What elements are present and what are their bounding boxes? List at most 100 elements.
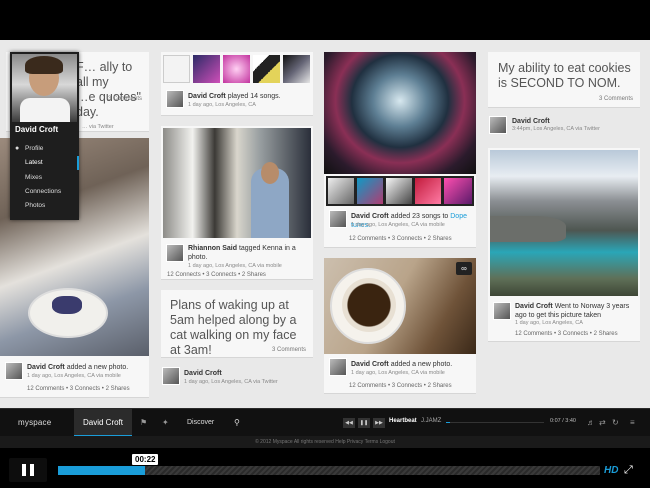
- post-subtext: 1 day ago, Los Angeles, CA via mobile: [188, 263, 282, 269]
- avatar[interactable]: [489, 116, 507, 134]
- quote-text: My ability to eat cookies is SECOND TO N…: [498, 61, 631, 90]
- album-thumb[interactable]: [253, 55, 280, 83]
- flag-icon[interactable]: ⚑: [140, 418, 147, 427]
- post-photo-norway[interactable]: [490, 150, 638, 296]
- avatar[interactable]: [162, 367, 180, 385]
- avatar[interactable]: [166, 244, 184, 262]
- avatar[interactable]: [329, 358, 347, 376]
- coffee-photo-card[interactable]: ∞ David Croft added a new photo. 1 day a…: [324, 258, 476, 394]
- songs-card[interactable]: David Croft added 23 songs to Dope tunes…: [324, 52, 476, 248]
- quote-card[interactable]: Plans of waking up at 5am helped along b…: [161, 290, 313, 358]
- album-thumb[interactable]: [328, 178, 354, 204]
- post-author-line: David Croft played 14 songs.: [188, 92, 281, 101]
- menu-item-label: Photos: [25, 202, 46, 209]
- tag-photo-card[interactable]: Rhiannon Said tagged Kenna in a photo. 1…: [161, 126, 313, 280]
- album-thumb[interactable]: [163, 55, 190, 83]
- hd-toggle[interactable]: HD: [604, 465, 618, 476]
- album-thumb[interactable]: [223, 55, 250, 83]
- hair: [25, 56, 63, 74]
- album-thumb[interactable]: [415, 178, 441, 204]
- next-track-icon[interactable]: ▶▶: [373, 418, 385, 428]
- previous-track-icon[interactable]: ◀◀: [343, 418, 355, 428]
- post-subtext: 1 day ago, Los Angeles, CA via Twitter: [184, 379, 278, 385]
- post-photo-fisheye[interactable]: [324, 52, 476, 174]
- author-name[interactable]: Rhiannon Said: [188, 245, 237, 252]
- post-meta[interactable]: 12 Comments • 3 Connects • 2 Shares: [27, 386, 130, 392]
- now-playing-artist[interactable]: J.JAMZ: [421, 418, 441, 424]
- post-author-line: David Croft Went to Norway 3 years ago t…: [515, 302, 637, 320]
- quote-card[interactable]: My ability to eat cookies is SECOND TO N…: [488, 52, 640, 108]
- activity-feed: F… ally to all my …e quotes" day. 3 Comm…: [0, 40, 650, 408]
- comments-count[interactable]: 3 Comments: [272, 347, 306, 353]
- user-tab[interactable]: David Croft: [74, 409, 132, 437]
- link-icon[interactable]: ∞: [456, 262, 472, 275]
- author-name[interactable]: David Croft: [351, 361, 389, 368]
- menu-item-latest[interactable]: Latest: [10, 156, 79, 170]
- post-action: added a new photo.: [66, 364, 129, 371]
- comments-count[interactable]: 3 Comments: [599, 96, 633, 102]
- footer: © 2012 Myspace All rights reserved Help …: [0, 436, 650, 448]
- coffee-cup: [342, 278, 396, 332]
- avatar[interactable]: [493, 302, 511, 320]
- post-author-line: David Croft: [512, 117, 550, 126]
- video-pause-button[interactable]: [9, 458, 47, 482]
- played-songs-card[interactable]: David Croft played 14 songs. 1 day ago, …: [161, 52, 313, 116]
- rock-ledge: [490, 216, 566, 242]
- comments-count[interactable]: 3 Comments: [108, 96, 142, 102]
- profile-name[interactable]: David Croft: [15, 125, 58, 134]
- post-meta[interactable]: 12 Comments • 3 Connects • 2 Shares: [349, 383, 452, 389]
- author-name[interactable]: David Croft: [351, 213, 389, 220]
- author-name[interactable]: David Croft: [27, 364, 65, 371]
- album-thumb[interactable]: [386, 178, 412, 204]
- search-icon[interactable]: ⚲: [234, 418, 240, 427]
- menu-item-mixes[interactable]: Mixes: [10, 171, 79, 185]
- post-action: played 14 songs.: [227, 93, 281, 100]
- album-thumb[interactable]: [444, 178, 472, 204]
- post-subtext: 3:44pm, Los Angeles, CA via Twitter: [512, 126, 600, 132]
- discover-link[interactable]: Discover: [187, 419, 214, 426]
- song-time: 0:07 / 3:40: [550, 418, 576, 424]
- avatar[interactable]: [5, 362, 23, 380]
- letterbox-top: [0, 0, 650, 40]
- menu-item-label: Latest: [25, 159, 43, 166]
- post-author-line: David Croft added a new photo.: [351, 360, 452, 369]
- norway-photo-card[interactable]: David Croft Went to Norway 3 years ago t…: [488, 148, 640, 342]
- menu-item-label: Connections: [25, 188, 62, 195]
- repeat-icon[interactable]: ↻: [612, 418, 619, 427]
- video-seek-bar[interactable]: [58, 466, 600, 475]
- author-name[interactable]: David Croft: [515, 303, 553, 310]
- album-thumb[interactable]: [357, 178, 383, 204]
- menu-item-photos[interactable]: Photos: [10, 199, 79, 213]
- album-thumb[interactable]: [193, 55, 220, 83]
- myspace-logo[interactable]: myspace: [18, 418, 51, 427]
- fullscreen-icon[interactable]: ⤢: [624, 464, 633, 477]
- post-action: added a new photo.: [390, 361, 453, 368]
- profile-photo[interactable]: [12, 54, 77, 122]
- post-meta[interactable]: 12 Comments • 3 Connects • 2 Shares: [349, 236, 452, 242]
- shirt: [20, 98, 70, 122]
- equalizer-icon[interactable]: ≡: [630, 418, 635, 427]
- menu-item-connections[interactable]: Connections: [10, 185, 79, 199]
- volume-icon[interactable]: ♬: [587, 418, 595, 427]
- album-thumb[interactable]: [283, 55, 310, 83]
- author-name[interactable]: David Croft: [184, 370, 222, 377]
- post-photo-man-sunglasses[interactable]: [163, 128, 311, 238]
- now-playing-song[interactable]: Heartbeat: [389, 418, 417, 424]
- current-time-tooltip: 00:22: [132, 454, 159, 465]
- song-progress-track[interactable]: [446, 422, 544, 423]
- post-subtext: 1 day ago, Los Angeles, CA: [515, 320, 583, 326]
- post-meta[interactable]: 12 Comments • 3 Connects • 2 Shares: [515, 331, 618, 337]
- song-progress-fill: [446, 422, 450, 423]
- shuffle-icon[interactable]: ⇄: [599, 418, 606, 427]
- pause-icon[interactable]: ❚❚: [358, 418, 370, 428]
- avatar[interactable]: [166, 90, 184, 108]
- post-meta[interactable]: 12 Connects • 3 Connects • 2 Shares: [167, 272, 266, 278]
- menu-item-profile[interactable]: ● Profile: [10, 142, 79, 156]
- author-name[interactable]: David Croft: [188, 93, 226, 100]
- profile-dropdown: David Croft ● Profile Latest Mixes Conne…: [10, 52, 79, 220]
- avatar[interactable]: [329, 210, 347, 228]
- connect-icon[interactable]: ✦: [162, 418, 169, 427]
- post-photo-coffee[interactable]: ∞: [324, 258, 476, 354]
- author-name[interactable]: David Croft: [512, 118, 550, 125]
- album-thumbnails: [163, 55, 311, 83]
